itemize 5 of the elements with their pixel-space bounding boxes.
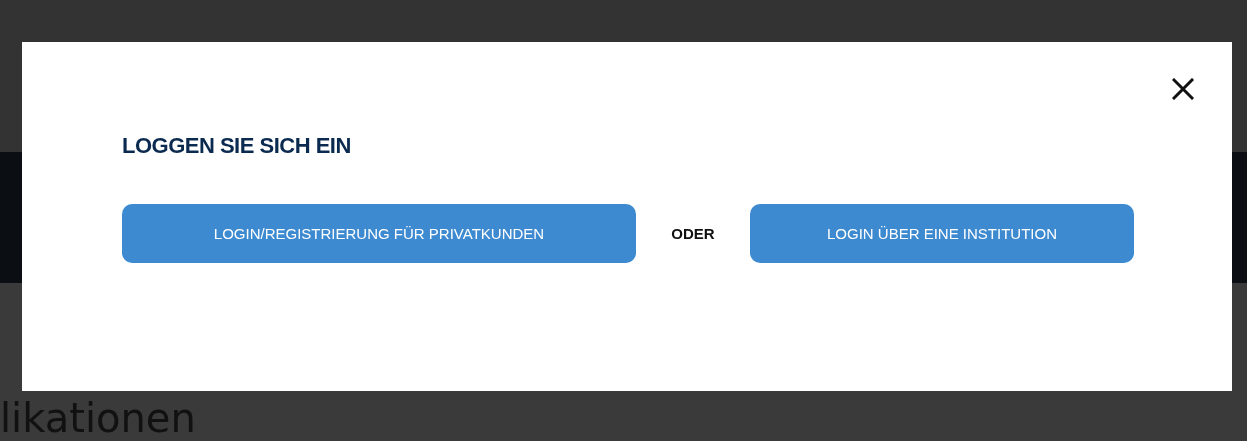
close-icon[interactable] [1172, 78, 1194, 100]
login-button[interactable]: LOGIN/REGISTRIERUNG FÜR PRIVATKUNDEN [122, 204, 636, 263]
separator-text: ODER [670, 225, 716, 242]
login-button[interactable]: LOGIN ÜBER EINE INSTITUTION [750, 204, 1134, 263]
dialog-title: LOGGEN SIE SICH EIN [122, 132, 352, 160]
